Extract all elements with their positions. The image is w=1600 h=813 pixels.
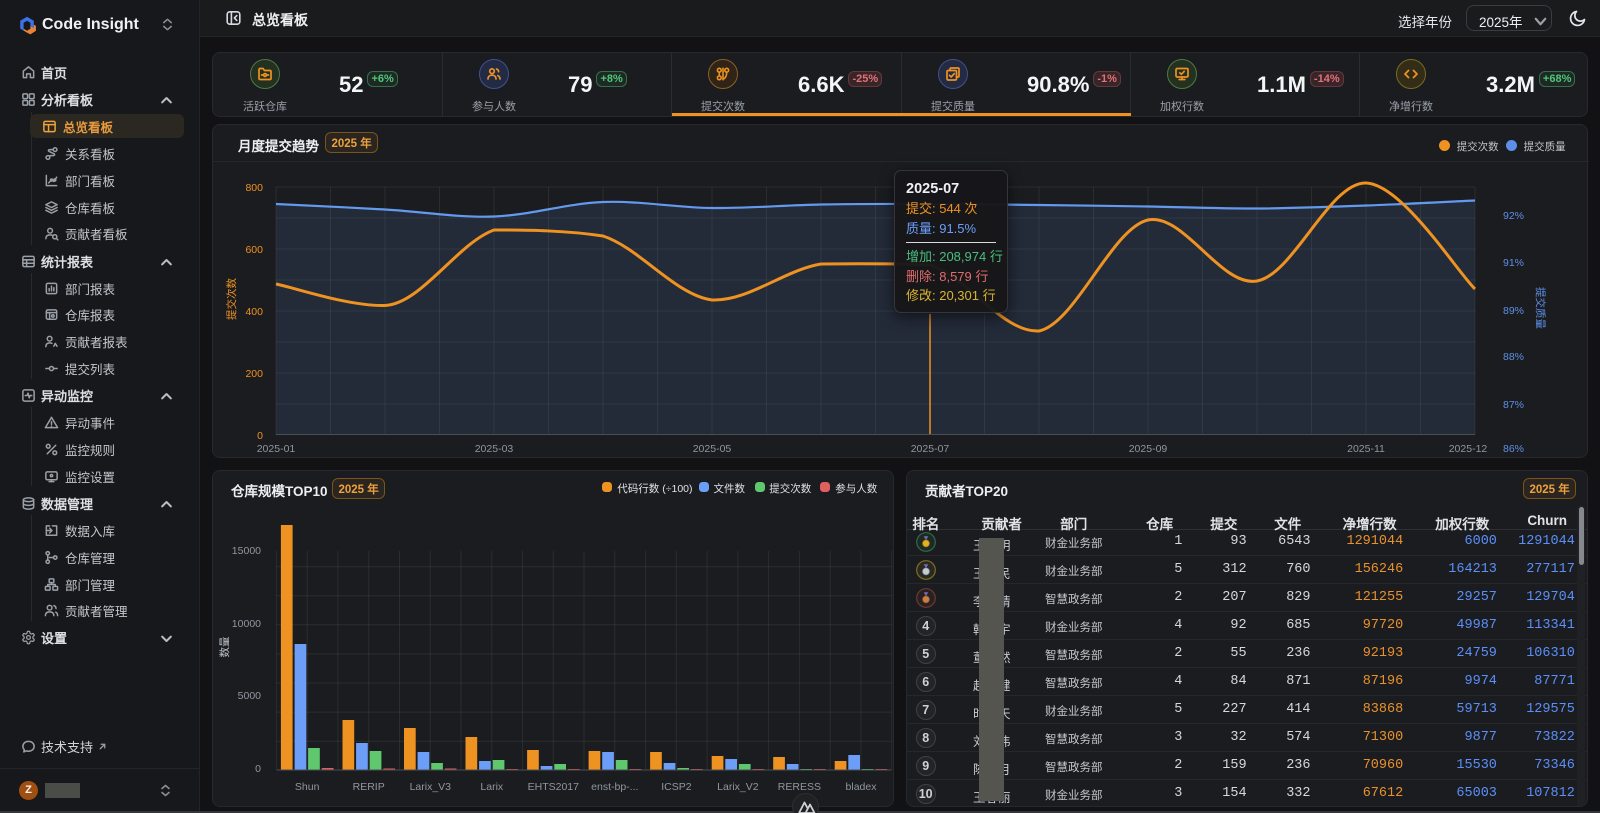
svg-text:EHTS2017: EHTS2017 [528, 781, 580, 793]
svg-text:提交次数: 提交次数 [225, 278, 238, 320]
svg-text:5000: 5000 [238, 690, 262, 702]
svg-text:2025-12: 2025-12 [1449, 443, 1488, 455]
svg-text:enst-bp-...: enst-bp-... [591, 781, 638, 793]
svg-text:92%: 92% [1503, 210, 1524, 222]
svg-text:15000: 15000 [232, 545, 261, 557]
svg-text:89%: 89% [1503, 305, 1524, 317]
svg-text:2025-11: 2025-11 [1347, 443, 1385, 455]
svg-text:bladex: bladex [846, 781, 878, 793]
svg-text:10000: 10000 [232, 618, 261, 630]
svg-text:RERIP: RERIP [353, 781, 385, 793]
svg-text:200: 200 [245, 368, 263, 380]
svg-text:数量: 数量 [218, 636, 231, 657]
svg-text:91%: 91% [1503, 257, 1524, 269]
svg-text:提交质量: 提交质量 [1534, 287, 1547, 329]
svg-text:0: 0 [257, 430, 263, 442]
svg-text:87%: 87% [1503, 399, 1524, 411]
svg-text:2025-07: 2025-07 [911, 443, 950, 455]
svg-text:Shun: Shun [295, 781, 320, 793]
svg-text:RERESS: RERESS [778, 781, 821, 793]
svg-text:Larix: Larix [480, 781, 504, 793]
svg-text:800: 800 [245, 182, 263, 194]
svg-text:88%: 88% [1503, 351, 1524, 363]
svg-text:86%: 86% [1503, 443, 1524, 455]
svg-text:0: 0 [255, 763, 261, 775]
svg-text:600: 600 [245, 244, 263, 256]
svg-text:ICSP2: ICSP2 [661, 781, 692, 793]
svg-text:2025-05: 2025-05 [693, 443, 732, 455]
svg-text:2025-09: 2025-09 [1129, 443, 1168, 455]
svg-text:400: 400 [245, 306, 263, 318]
svg-text:Larix_V2: Larix_V2 [717, 781, 759, 793]
svg-text:2025-03: 2025-03 [475, 443, 514, 455]
svg-text:2025-01: 2025-01 [257, 443, 296, 455]
svg-text:Larix_V3: Larix_V3 [410, 781, 452, 793]
